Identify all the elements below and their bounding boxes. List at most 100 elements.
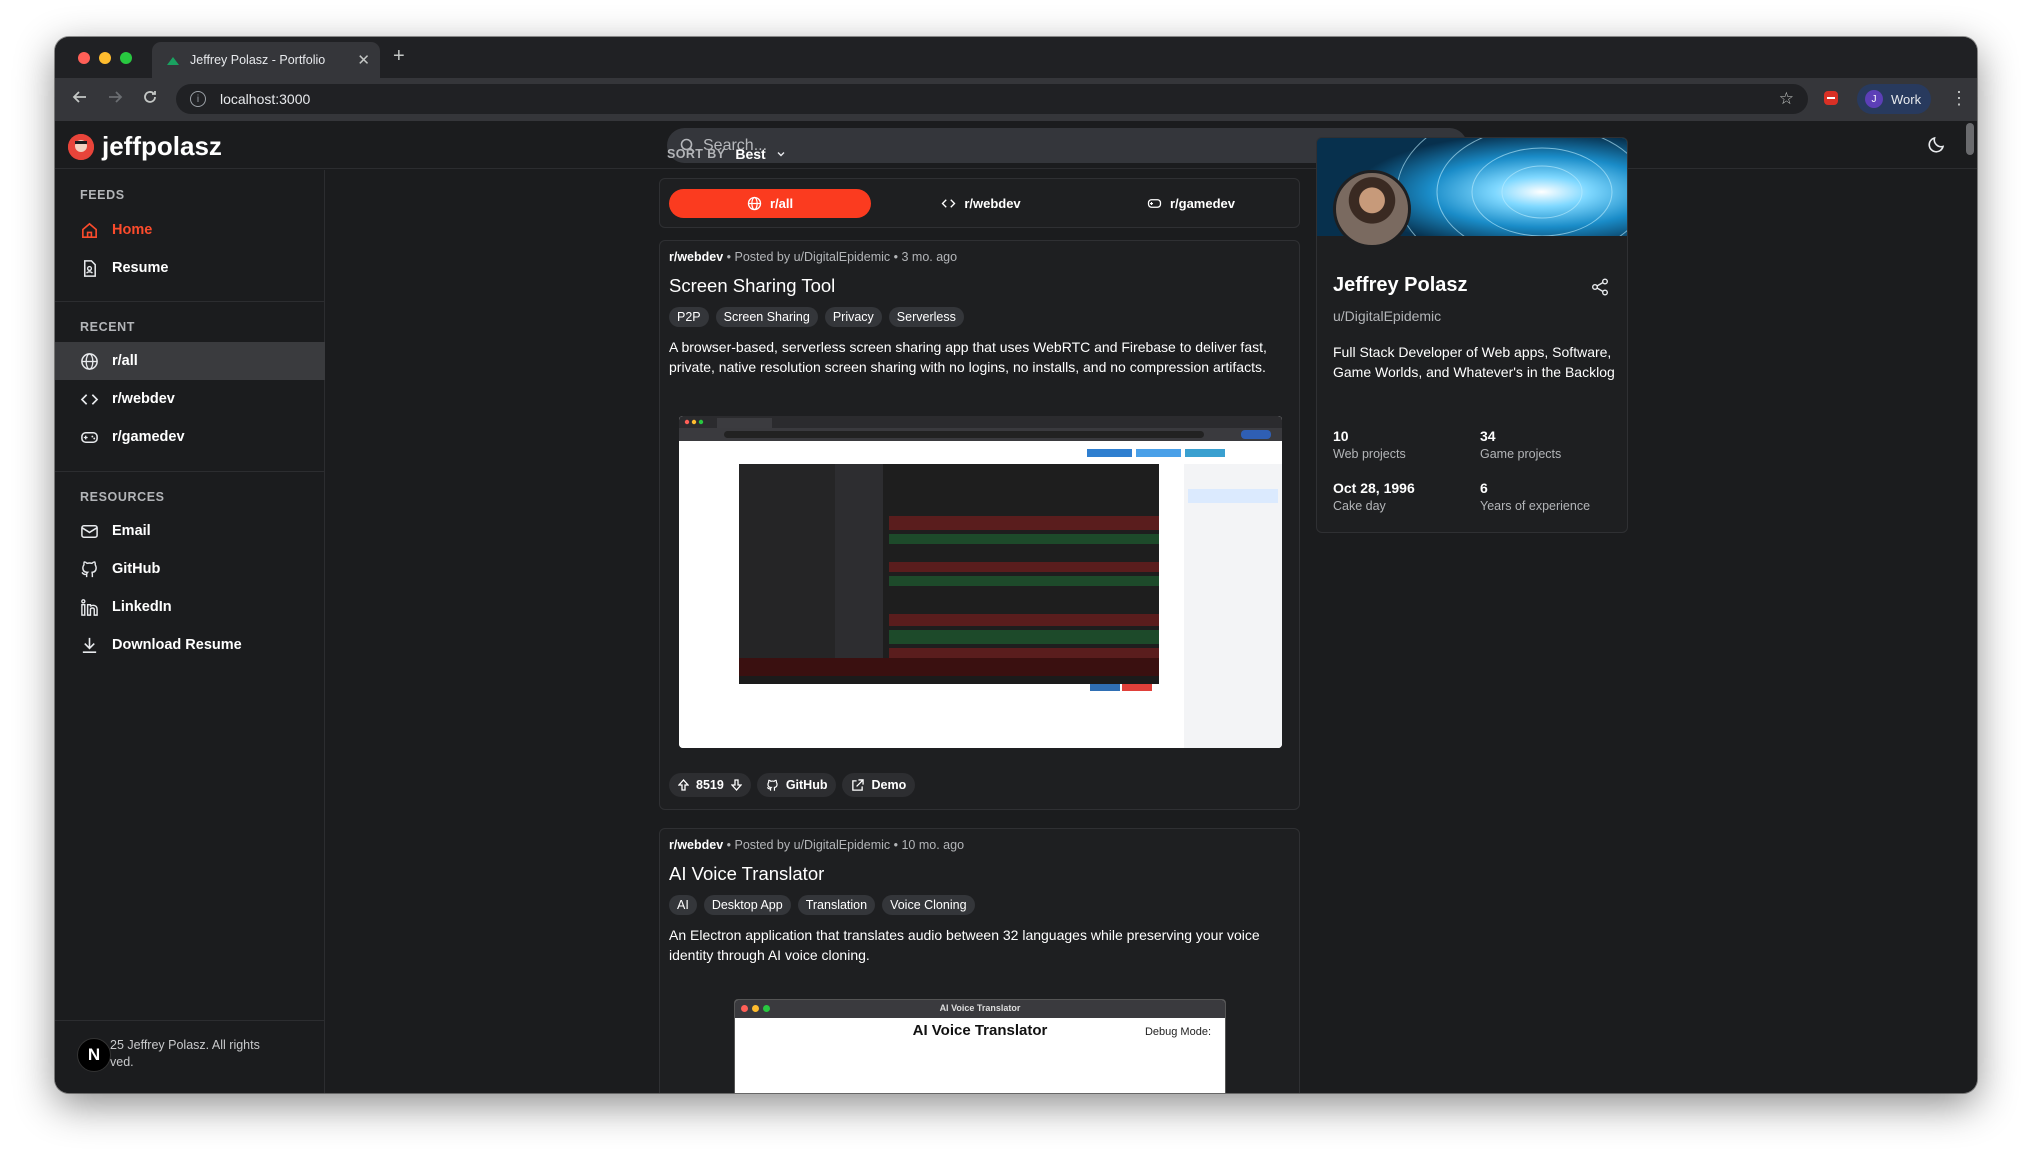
sidebar-item-download-resume[interactable]: Download Resume [55,626,325,664]
window-controls [78,52,132,64]
tab-close-icon[interactable]: ✕ [357,51,370,69]
sidebar-item-r-gamedev[interactable]: r/gamedev [55,418,325,456]
code-icon [941,199,956,208]
stat-value: 6 [1480,480,1488,496]
post-card[interactable]: r/webdev • Posted by u/DigitalEpidemic •… [659,240,1300,810]
stat-value: Oct 28, 1996 [1333,480,1415,496]
sidebar-item-home[interactable]: Home [55,211,325,249]
post-title[interactable]: Screen Sharing Tool [669,275,835,297]
sidebar-item-resume[interactable]: Resume [55,249,325,287]
maximize-window-button[interactable] [120,52,132,64]
site-logo[interactable]: jeffpolasz [68,131,222,162]
github-link-label: GitHub [785,778,828,792]
post-subreddit[interactable]: r/webdev [669,838,723,852]
post-tag: Privacy [824,307,882,327]
profile-name: Jeffrey Polasz [1333,274,1468,296]
github-link-button[interactable]: GitHub [756,773,837,797]
profile-label: Work [1891,91,1922,107]
post-tag: Screen Sharing [715,307,818,327]
stat-web-projects: 10 Web projects [1333,428,1406,461]
post-meta: r/webdev • Posted by u/DigitalEpidemic •… [669,838,964,852]
tab-favicon-icon [166,55,180,65]
sidebar-item-linkedin[interactable]: LinkedIn [55,588,325,626]
downvote-icon[interactable] [730,779,742,791]
sidebar-item-github[interactable]: GitHub [55,550,325,588]
sidebar-item-email[interactable]: Email [55,512,325,550]
post-tag: Serverless [888,307,964,327]
stat-value: 10 [1333,428,1349,444]
gamepad-icon [81,431,98,444]
stat-label: Years of experience [1480,499,1591,513]
tab-strip: Jeffrey Polasz - Portfolio ✕ + [55,37,1977,78]
preview-window-title: AI Voice Translator [939,1003,1021,1013]
stat-years-experience: 6 Years of experience [1480,480,1590,513]
address-bar[interactable]: i localhost:3000 ☆ [176,84,1808,114]
sidebar-item-label: GitHub [112,561,161,577]
post-description: A browser-based, serverless screen shari… [669,339,1267,375]
new-tab-button[interactable]: + [393,45,405,68]
profile-card: Jeffrey Polasz u/DigitalEpidemic Full St… [1316,137,1628,533]
filter-label: r/webdev [964,196,1021,211]
arrow-left-icon [72,91,86,103]
back-button[interactable] [72,89,88,110]
minimize-window-button[interactable] [99,52,111,64]
site-header: jeffpolasz Search... [55,121,1977,169]
vote-control: 8519 [669,773,751,797]
forward-button[interactable] [107,89,123,110]
globe-icon [81,353,98,370]
sidebar-item-r-all[interactable]: r/all [55,342,325,380]
share-icon[interactable] [1591,278,1609,301]
stat-label: Cake day [1333,499,1386,513]
sidebar-item-label: r/gamedev [112,429,185,445]
post-subreddit[interactable]: r/webdev [669,250,723,264]
post-screenshot-image[interactable] [679,416,1282,748]
filter-r-gamedev[interactable]: r/gamedev [1090,189,1292,218]
profile-avatar: J [1865,90,1883,108]
filter-label: r/all [769,196,794,211]
site-info-icon[interactable]: i [190,91,206,107]
post-tag: Desktop App [703,895,791,915]
post-title[interactable]: AI Voice Translator [669,863,824,885]
page-scrollbar[interactable] [1966,123,1974,155]
home-icon [82,222,97,238]
page-content: jeffpolasz Search... FEEDS Home Resume R… [55,121,1977,1093]
post-preview-image[interactable]: AI Voice Translator AI Voice Translator … [734,999,1226,1093]
logo-mark-icon [68,133,94,160]
profile-chip[interactable]: J Work [1857,84,1931,114]
globe-icon [747,196,762,211]
mail-icon [81,525,98,538]
post-card[interactable]: r/webdev • Posted by u/DigitalEpidemic •… [659,828,1300,1093]
sort-by-label: SORT BY [667,147,726,161]
recent-section-title: RECENT [80,320,135,334]
arrow-right-icon [109,91,123,103]
feeds-section-title: FEEDS [80,188,125,202]
sidebar-item-label: Home [112,222,153,238]
nextjs-badge-icon[interactable]: N [77,1038,111,1072]
close-window-button[interactable] [78,52,90,64]
demo-link-button[interactable]: Demo [842,773,916,797]
copyright-text: 25 Jeffrey Polasz. All rights ved. [110,1038,260,1069]
sidebar-item-r-webdev[interactable]: r/webdev [55,380,325,418]
filter-r-all[interactable]: r/all [669,189,871,218]
post-meta-text: • Posted by u/DigitalEpidemic • 10 mo. a… [726,838,965,852]
bookmark-star-icon[interactable]: ☆ [1779,89,1794,109]
github-icon [766,779,778,791]
preview-debug-label: Debug Mode: [1144,1026,1211,1038]
browser-menu-icon[interactable]: ⋮ [1950,88,1968,109]
reload-button[interactable] [142,89,158,110]
sidebar-item-label: r/all [112,353,138,369]
browser-window: Jeffrey Polasz - Portfolio ✕ + i localho… [55,37,1977,1093]
filter-r-webdev[interactable]: r/webdev [880,189,1082,218]
theme-toggle-moon-icon[interactable] [1927,134,1947,159]
stat-value: 34 [1480,428,1496,444]
sort-by-value: Best [735,146,766,162]
sidebar-item-label: Download Resume [112,637,242,653]
sidebar-divider [55,301,325,302]
browser-tab[interactable]: Jeffrey Polasz - Portfolio ✕ [152,42,380,78]
extension-block-icon[interactable] [1822,89,1840,112]
upvote-icon[interactable] [678,779,689,791]
stat-label: Game projects [1480,447,1562,461]
profile-username: u/DigitalEpidemic [1333,308,1442,324]
sort-by-control[interactable]: SORT BY Best [667,146,786,162]
post-tags: AI Desktop App Translation Voice Cloning [669,895,975,915]
